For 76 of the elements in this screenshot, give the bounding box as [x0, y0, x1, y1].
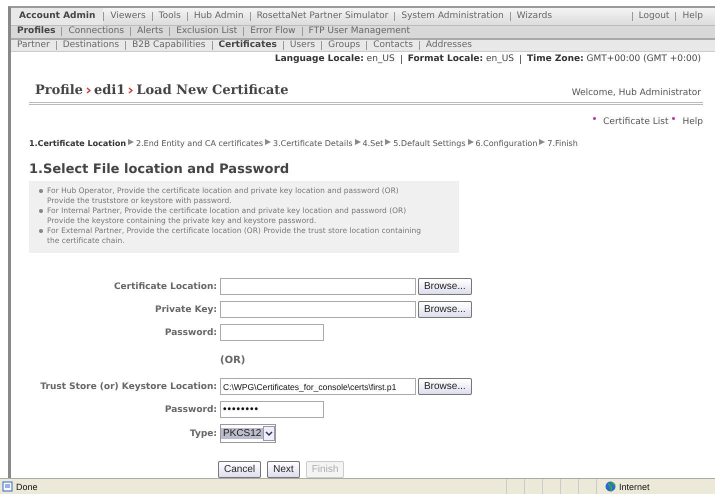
wizard-step: 2.End Entity and CA certificates [136, 139, 264, 148]
or-text: (OR) [220, 354, 246, 368]
zone-text: Internet [619, 482, 650, 492]
field-label: Password: [164, 328, 217, 338]
nav-link[interactable]: Help [675, 12, 709, 21]
breadcrumb-item[interactable]: edi1 [94, 83, 126, 98]
locale-text: Language Locale: en_US [274, 55, 396, 64]
type-dropdown[interactable]: PKCS12 [220, 424, 276, 443]
action-button[interactable]: Cancel [218, 461, 262, 478]
field-label: Certificate Location: [114, 282, 217, 292]
bullet-icon [672, 117, 676, 120]
step-arrow-icon [265, 139, 272, 145]
nav-link[interactable]: Logout [632, 12, 676, 21]
menu-tab[interactable]: Certificates [212, 40, 283, 50]
breadcrumb-item: Load New Certificate [136, 83, 289, 98]
page-link[interactable]: Help [682, 117, 703, 127]
welcome-text: Welcome, Hub Administrator [572, 88, 701, 98]
locale-text: Time Zone: GMT+00:00 (GMT +0:00) [520, 55, 707, 64]
breadcrumb-item[interactable]: Profile [35, 83, 83, 98]
step-arrow-icon [468, 139, 474, 145]
input-field[interactable] [220, 278, 416, 295]
page-link[interactable]: Certificate List [603, 117, 668, 127]
bullet-icon [39, 229, 43, 233]
menu-tab[interactable]: Tools [152, 12, 187, 21]
menu-tab[interactable]: Exclusion List [169, 27, 244, 36]
password-field[interactable] [220, 324, 324, 341]
section-heading: 1.Select File location and Password [29, 162, 290, 177]
browse-button[interactable]: Browse... [418, 378, 472, 395]
menu-tab[interactable]: RosettaNet Partner Simulator [250, 12, 394, 21]
wizard-step: 3.Certificate Details [273, 139, 352, 148]
wizard-step: 1.Certificate Location [29, 139, 126, 148]
menu-tab[interactable]: Wizards [510, 12, 558, 21]
menu-tab[interactable]: Contacts [366, 40, 419, 50]
menu-tab[interactable]: Users [282, 40, 322, 50]
menu-tab[interactable]: Alerts [130, 27, 170, 36]
browse-button[interactable]: Browse... [418, 301, 472, 318]
menu-tab[interactable]: Partner [17, 40, 56, 50]
field-label: Type: [190, 428, 217, 438]
step-arrow-icon [354, 139, 360, 145]
menu-tab[interactable]: System Administration [394, 12, 510, 21]
caret-icon [263, 426, 276, 441]
bullet-icon [39, 189, 43, 193]
menu-tab[interactable]: Connections [61, 27, 130, 36]
bullet-icon [39, 209, 43, 213]
step-arrow-icon [385, 139, 392, 145]
chevron-icon [128, 87, 134, 94]
wizard-step: 6.Configuration [476, 139, 538, 148]
status-text: Done [16, 482, 38, 492]
bullet-icon [593, 117, 596, 120]
step-arrow-icon [128, 139, 134, 145]
action-button[interactable]: Next [267, 461, 300, 478]
input-field[interactable]: C:\WPG\Certificates_for_console\certs\first.p1 [220, 378, 416, 395]
menu-tab[interactable]: Addresses [418, 40, 478, 50]
wizard-step: 4.Set [362, 139, 384, 148]
menu-tab[interactable]: B2B Capabilities [125, 40, 212, 50]
field-label: Password: [164, 404, 217, 414]
field-label: Private Key: [155, 304, 217, 314]
menu-tab[interactable]: Account Admin [11, 8, 104, 25]
page-icon [2, 481, 13, 492]
menu-tab[interactable]: Profiles [17, 27, 62, 36]
menu-tab[interactable]: FTP User Management [302, 27, 416, 36]
step-arrow-icon [539, 139, 546, 145]
browse-button[interactable]: Browse... [418, 278, 472, 295]
field-label: Trust Store (or) Keystore Location: [40, 382, 217, 392]
password-field[interactable]: •••••••• [220, 401, 324, 418]
menu-tab[interactable]: Viewers [103, 12, 152, 21]
menu-tab[interactable]: Destinations [56, 40, 126, 50]
wizard-step: 7.Finish [547, 139, 578, 148]
locale-text: Format Locale: en_US [400, 55, 520, 64]
input-field[interactable] [220, 301, 416, 318]
chevron-icon [86, 87, 91, 94]
menu-tab[interactable]: Error Flow [243, 27, 302, 36]
menu-tab[interactable]: Groups [321, 40, 366, 50]
globe-icon [605, 481, 616, 492]
wizard-step: 5.Default Settings [393, 139, 466, 148]
menu-tab[interactable]: Hub Admin [186, 12, 250, 21]
